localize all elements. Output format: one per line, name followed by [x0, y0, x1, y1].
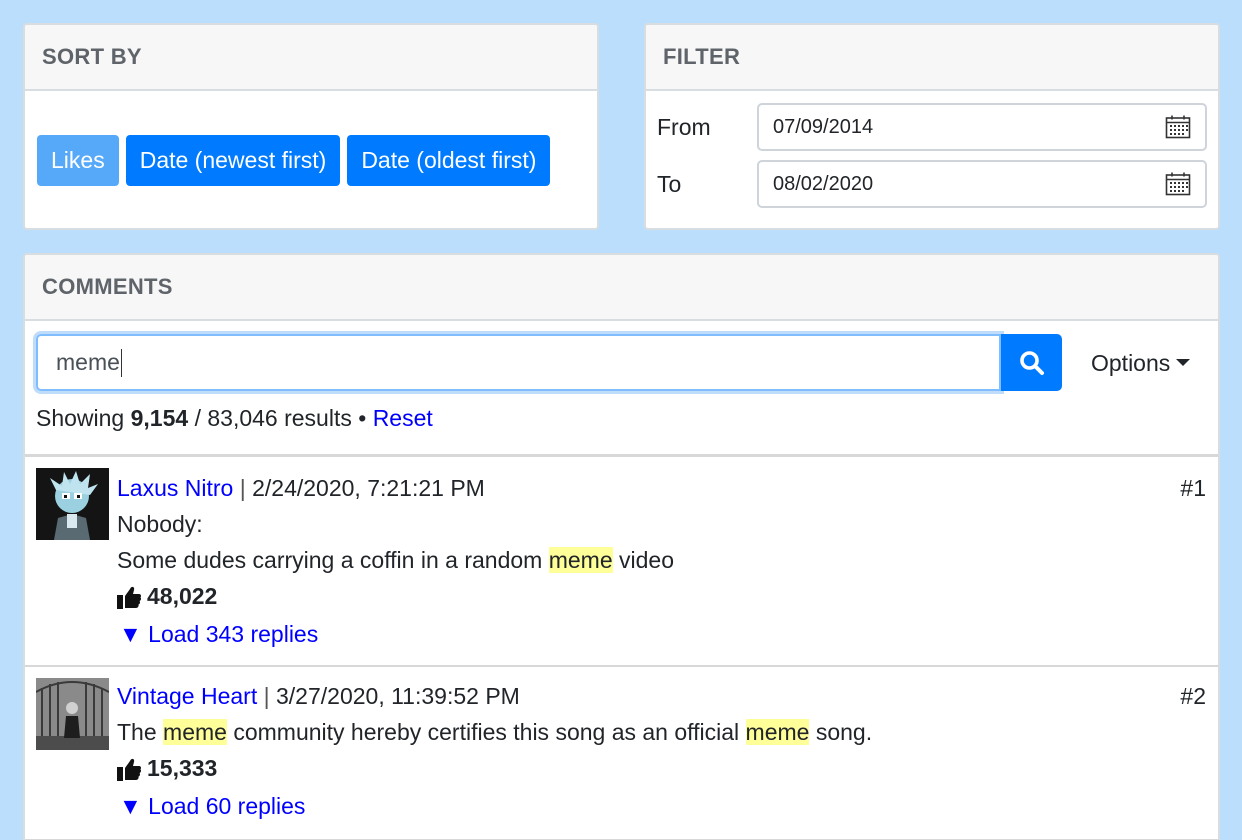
filter-to-row: To 08/02/2020 — [657, 160, 1207, 208]
thumbs-up-icon — [117, 586, 141, 609]
search-bar: meme — [36, 334, 1062, 391]
comment-meta: Vintage Heart | 3/27/2020, 11:39:52 PM — [117, 683, 520, 710]
comment-author-link[interactable]: Vintage Heart — [117, 683, 257, 709]
comment-number: #1 — [1180, 475, 1206, 501]
sort-buttons: Likes Date (newest first) Date (oldest f… — [25, 91, 597, 228]
search-highlight: meme — [745, 719, 810, 745]
meta-separator: | — [263, 683, 270, 709]
results-prefix: Showing — [36, 405, 125, 431]
comment-number: #2 — [1180, 683, 1206, 709]
comment-item: Vintage Heart | 3/27/2020, 11:39:52 PM #… — [25, 667, 1218, 840]
comment-timestamp: 2/24/2020, 7:21:21 PM — [252, 475, 485, 501]
results-bullet: • — [358, 405, 367, 431]
sort-header: SORT BY — [25, 25, 597, 91]
search-input[interactable]: meme — [36, 334, 1001, 391]
thumbs-up-icon — [117, 758, 141, 781]
text-segment: video — [612, 547, 674, 573]
load-replies-link[interactable]: ▼ Load 60 replies — [119, 793, 305, 820]
reset-link[interactable]: Reset — [373, 405, 433, 431]
avatar[interactable] — [36, 468, 109, 540]
like-count-value: 48,022 — [147, 583, 218, 609]
filter-from-row: From 07/09/2014 — [657, 103, 1207, 151]
avatar[interactable] — [36, 678, 109, 750]
search-highlight: meme — [548, 547, 613, 573]
results-summary: Showing 9,154 / 83,046 results • Reset — [36, 405, 433, 432]
comment-meta: Laxus Nitro | 2/24/2020, 7:21:21 PM — [117, 475, 485, 502]
search-input-value: meme — [56, 349, 120, 375]
search-icon — [1019, 350, 1044, 375]
options-dropdown[interactable]: Options — [1091, 350, 1191, 377]
comment-item: Laxus Nitro | 2/24/2020, 7:21:21 PM #1 N… — [25, 457, 1218, 667]
calendar-icon[interactable] — [1165, 115, 1191, 139]
comment-author-link[interactable]: Laxus Nitro — [117, 475, 233, 501]
sort-oldest-button[interactable]: Date (oldest first) — [347, 135, 551, 186]
results-shown-count: 9,154 — [130, 405, 189, 431]
calendar-icon[interactable] — [1165, 172, 1191, 196]
results-separator: / — [194, 405, 201, 431]
text-segment: The — [117, 719, 164, 745]
filter-card: FILTER From 07/09/2014 To 08/02/2020 — [644, 23, 1220, 230]
results-total: 83,046 results — [207, 405, 352, 431]
load-replies-link[interactable]: ▼ Load 343 replies — [119, 621, 318, 648]
text-segment: Some dudes carrying a coffin in a random — [117, 547, 549, 573]
sort-likes-button[interactable]: Likes — [37, 135, 119, 186]
comment-timestamp: 3/27/2020, 11:39:52 PM — [276, 683, 520, 709]
to-label: To — [657, 170, 682, 197]
comments-card: COMMENTS meme Options Showing 9,154 / 83… — [23, 253, 1220, 840]
comments-header: COMMENTS — [25, 255, 1218, 321]
search-highlight: meme — [163, 719, 227, 745]
text-segment: song. — [809, 719, 873, 745]
comment-text-line: Some dudes carrying a coffin in a random… — [117, 547, 674, 574]
filter-header: FILTER — [646, 25, 1218, 91]
options-label: Options — [1091, 350, 1171, 376]
meta-separator: | — [239, 475, 246, 501]
search-button[interactable] — [1001, 334, 1062, 391]
comment-text-line: Nobody: — [117, 511, 203, 537]
text-caret — [120, 348, 123, 377]
to-date-value: 08/02/2020 — [773, 172, 874, 195]
like-count-value: 15,333 — [147, 755, 218, 781]
caret-down-icon — [1176, 358, 1191, 366]
like-count: 48,022 — [117, 583, 217, 610]
to-date-input[interactable]: 08/02/2020 — [757, 160, 1207, 208]
from-date-value: 07/09/2014 — [773, 115, 874, 138]
from-date-input[interactable]: 07/09/2014 — [757, 103, 1207, 151]
like-count: 15,333 — [117, 755, 217, 782]
text-segment: community hereby certifies this song as … — [226, 719, 746, 745]
comment-text-line: The meme community hereby certifies this… — [117, 719, 872, 746]
sort-newest-button[interactable]: Date (newest first) — [125, 135, 341, 186]
sort-card: SORT BY Likes Date (newest first) Date (… — [23, 23, 599, 230]
from-label: From — [657, 113, 711, 140]
